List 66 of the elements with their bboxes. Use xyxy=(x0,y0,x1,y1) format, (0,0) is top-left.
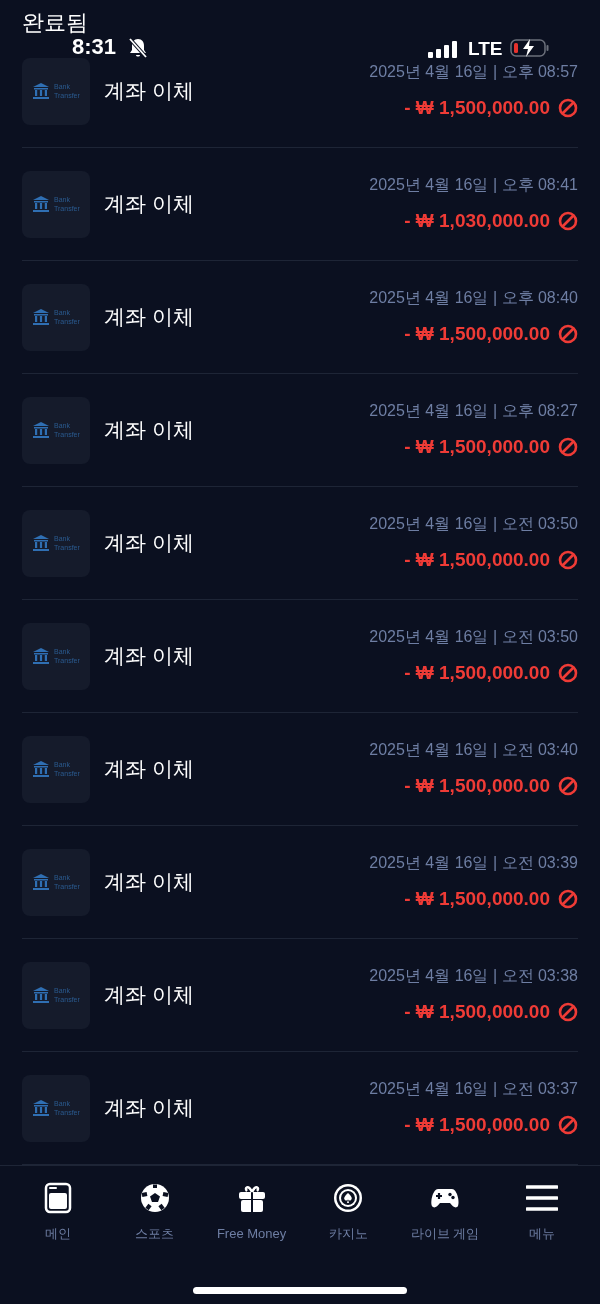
cancelled-icon xyxy=(558,663,578,683)
transaction-date: 2025년 4월 16일 | 오전 03:40 xyxy=(369,739,578,760)
bank-icon xyxy=(32,760,50,778)
cancelled-icon xyxy=(558,776,578,796)
bell-off-icon xyxy=(127,37,149,59)
transaction-date: 2025년 4월 16일 | 오후 08:40 xyxy=(369,287,578,308)
cancelled-icon xyxy=(558,889,578,909)
nav-tab[interactable]: 메뉴 xyxy=(494,1182,590,1244)
transaction-title: 계좌 이체 xyxy=(104,1095,194,1122)
transaction-date: 2025년 4월 16일 | 오전 03:39 xyxy=(369,852,578,873)
transaction-date: 2025년 4월 16일 | 오후 08:57 xyxy=(369,61,578,82)
status-time: 8:31 xyxy=(72,36,117,58)
transaction-amount: - ₩ 1,500,000.00 xyxy=(404,886,550,911)
signal-icon xyxy=(428,40,458,58)
transaction-date: 2025년 4월 16일 | 오전 03:50 xyxy=(369,513,578,534)
transaction-title: 계좌 이체 xyxy=(104,191,194,218)
transaction-date: 2025년 4월 16일 | 오후 08:41 xyxy=(369,174,578,195)
cancelled-icon xyxy=(558,437,578,457)
transaction-title: 계좌 이체 xyxy=(104,530,194,557)
cancelled-icon xyxy=(558,1115,578,1135)
bank-icon xyxy=(32,82,50,100)
transaction-title: 계좌 이체 xyxy=(104,756,194,783)
transaction-date: 2025년 4월 16일 | 오전 03:38 xyxy=(369,965,578,986)
menu-icon xyxy=(526,1182,558,1214)
transaction-date: 2025년 4월 16일 | 오전 03:50 xyxy=(369,626,578,647)
transaction-title: 계좌 이체 xyxy=(104,78,194,105)
transaction-amount: - ₩ 1,500,000.00 xyxy=(404,434,550,459)
bank-icon xyxy=(32,421,50,439)
transaction-date: 2025년 4월 16일 | 오후 08:27 xyxy=(369,400,578,421)
battery-charging-icon xyxy=(510,38,550,58)
transaction-amount: - ₩ 1,500,000.00 xyxy=(404,321,550,346)
nav-tab[interactable]: Free Money xyxy=(203,1182,300,1244)
poker-chip-icon xyxy=(332,1182,365,1214)
bank-icon xyxy=(32,534,50,552)
nav-tab[interactable]: 카지노 xyxy=(300,1182,397,1244)
bank-icon xyxy=(32,873,50,891)
bank-icon xyxy=(32,986,50,1004)
transaction-amount: - ₩ 1,030,000.00 xyxy=(404,208,550,233)
bank-icon xyxy=(32,308,50,326)
transaction-title: 계좌 이체 xyxy=(104,643,194,670)
transaction-amount: - ₩ 1,500,000.00 xyxy=(404,999,550,1024)
transaction-amount: - ₩ 1,500,000.00 xyxy=(404,95,550,120)
bank-icon xyxy=(32,1099,50,1117)
bank-icon xyxy=(32,647,50,665)
cancelled-icon xyxy=(558,550,578,570)
transaction-title: 계좌 이체 xyxy=(104,417,194,444)
transaction-amount: - ₩ 1,500,000.00 xyxy=(404,773,550,798)
back-to-app-label[interactable]: 완료됨 xyxy=(22,12,88,34)
cancelled-icon xyxy=(558,98,578,118)
app-window-icon xyxy=(42,1182,74,1214)
nav-tab[interactable]: 스포츠 xyxy=(106,1182,203,1244)
cancelled-icon xyxy=(558,324,578,344)
soccer-ball-icon xyxy=(138,1182,171,1214)
transaction-title: 계좌 이체 xyxy=(104,982,194,1009)
nav-tab[interactable]: 메인 xyxy=(10,1182,106,1244)
nav-tab[interactable]: 라이브 게임 xyxy=(397,1182,494,1244)
transaction-date: 2025년 4월 16일 | 오전 03:37 xyxy=(369,1078,578,1099)
transaction-amount: - ₩ 1,500,000.00 xyxy=(404,660,550,685)
cancelled-icon xyxy=(558,1002,578,1022)
transaction-amount: - ₩ 1,500,000.00 xyxy=(404,1112,550,1137)
transaction-title: 계좌 이체 xyxy=(104,304,194,331)
transaction-amount: - ₩ 1,500,000.00 xyxy=(404,547,550,572)
transaction-title: 계좌 이체 xyxy=(104,869,194,896)
cancelled-icon xyxy=(558,211,578,231)
network-label: LTE xyxy=(468,39,503,58)
bank-icon xyxy=(32,195,50,213)
